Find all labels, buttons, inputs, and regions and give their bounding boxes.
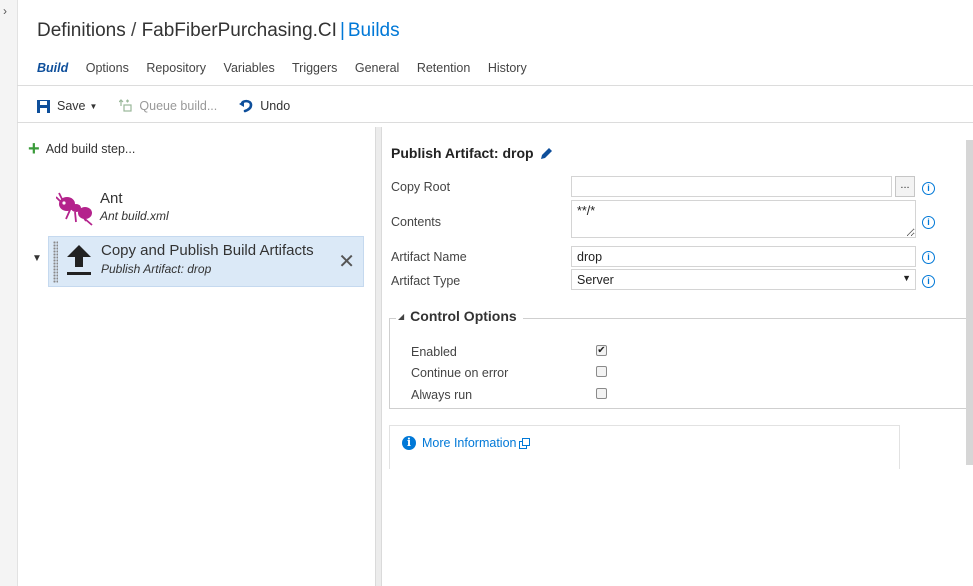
definition-tabs: Build Options Repository Variables Trigg… bbox=[37, 61, 541, 75]
toolbar: Save ▼ Queue build... Undo bbox=[37, 97, 312, 115]
breadcrumb-divider: | bbox=[339, 20, 345, 41]
step-expand-caret-icon[interactable]: ▼ bbox=[32, 253, 42, 264]
enabled-label: Enabled bbox=[411, 345, 457, 359]
breadcrumb-definition-name: FabFiberPurchasing.CI bbox=[141, 20, 337, 41]
artifact-type-label: Artifact Type bbox=[391, 274, 461, 288]
toolbar-divider bbox=[17, 122, 973, 123]
artifact-type-select[interactable]: Server ▼ bbox=[571, 269, 916, 290]
always-run-checkbox[interactable] bbox=[596, 388, 607, 399]
add-build-step-label: Add build step... bbox=[45, 142, 136, 156]
add-build-step-button[interactable]: + Add build step... bbox=[28, 138, 136, 160]
detail-scrollbar[interactable] bbox=[966, 140, 973, 465]
artifact-name-label: Artifact Name bbox=[391, 250, 467, 264]
step-subtitle: Ant build.xml bbox=[100, 209, 169, 223]
step-detail-title: Publish Artifact: drop bbox=[391, 145, 553, 161]
ant-icon bbox=[56, 192, 93, 226]
contents-textarea[interactable]: **/* bbox=[571, 200, 916, 238]
enabled-checkbox[interactable]: ✔ bbox=[596, 345, 607, 356]
contents-info-icon[interactable]: i bbox=[922, 216, 935, 229]
plus-icon: + bbox=[28, 138, 40, 160]
undo-label: Undo bbox=[260, 99, 291, 113]
copy-root-info-icon[interactable]: i bbox=[922, 182, 935, 195]
tab-build[interactable]: Build bbox=[37, 61, 68, 75]
continue-on-error-checkbox[interactable] bbox=[596, 366, 607, 377]
step-detail-title-text: Publish Artifact: drop bbox=[391, 145, 534, 161]
pane-splitter[interactable] bbox=[375, 127, 382, 586]
artifact-name-info-icon[interactable]: i bbox=[922, 251, 935, 264]
upload-icon bbox=[67, 245, 91, 275]
continue-on-error-label: Continue on error bbox=[411, 366, 509, 380]
undo-icon bbox=[239, 99, 253, 113]
build-step-copy-publish[interactable]: Copy and Publish Build Artifacts Publish… bbox=[48, 236, 364, 287]
save-button[interactable]: Save ▼ bbox=[37, 99, 97, 113]
breadcrumb: Definitions / FabFiberPurchasing.CI | Buil… bbox=[37, 20, 400, 42]
collapse-triangle-icon: ◢ bbox=[398, 311, 405, 321]
queue-build-label: Queue build... bbox=[139, 99, 218, 113]
step-name: Ant bbox=[100, 190, 123, 207]
copy-root-input[interactable] bbox=[571, 176, 892, 197]
breadcrumb-definitions[interactable]: Definitions bbox=[37, 20, 126, 41]
browse-button[interactable]: ... bbox=[895, 176, 915, 197]
tab-options[interactable]: Options bbox=[86, 61, 129, 75]
control-options-group bbox=[389, 318, 967, 409]
save-label: Save bbox=[57, 99, 86, 113]
contents-label: Contents bbox=[391, 215, 442, 229]
tab-history[interactable]: History bbox=[488, 61, 527, 75]
tab-variables[interactable]: Variables bbox=[224, 61, 275, 75]
expand-chevron-icon[interactable]: › bbox=[3, 4, 7, 18]
always-run-label: Always run bbox=[411, 388, 473, 402]
pencil-edit-icon[interactable] bbox=[540, 147, 553, 160]
control-options-title: Control Options bbox=[410, 308, 517, 324]
artifact-type-info-icon[interactable]: i bbox=[922, 275, 935, 288]
copy-root-label: Copy Root bbox=[391, 180, 451, 194]
breadcrumb-separator: / bbox=[131, 20, 137, 41]
remove-step-close-icon[interactable]: ✕ bbox=[338, 249, 355, 274]
tab-repository[interactable]: Repository bbox=[146, 61, 206, 75]
breadcrumb-builds-link[interactable]: Builds bbox=[348, 20, 400, 41]
tab-triggers[interactable]: Triggers bbox=[292, 61, 337, 75]
tab-general[interactable]: General bbox=[355, 61, 399, 75]
more-information-link[interactable]: i More Information bbox=[402, 436, 531, 450]
select-caret-icon: ▼ bbox=[902, 273, 911, 283]
queue-build-icon bbox=[119, 99, 133, 112]
undo-button[interactable]: Undo bbox=[239, 99, 290, 113]
artifact-type-value: Server bbox=[577, 273, 614, 287]
left-collapse-gutter[interactable] bbox=[0, 0, 18, 586]
more-information-label: More Information bbox=[422, 436, 517, 450]
build-step-ant[interactable]: Ant Ant build.xml bbox=[48, 188, 364, 230]
control-options-header[interactable]: ◢ Control Options bbox=[396, 308, 523, 324]
step-name: Copy and Publish Build Artifacts bbox=[101, 242, 314, 259]
save-disk-icon bbox=[37, 99, 50, 113]
queue-build-button[interactable]: Queue build... bbox=[119, 99, 217, 113]
save-dropdown-caret-icon[interactable]: ▼ bbox=[90, 102, 98, 111]
step-subtitle: Publish Artifact: drop bbox=[101, 262, 212, 276]
drag-handle[interactable] bbox=[53, 241, 58, 283]
info-circle-icon: i bbox=[402, 436, 416, 450]
external-link-icon bbox=[519, 437, 531, 449]
tab-retention[interactable]: Retention bbox=[417, 61, 471, 75]
tabs-divider bbox=[17, 85, 973, 86]
artifact-name-input[interactable] bbox=[571, 246, 916, 267]
